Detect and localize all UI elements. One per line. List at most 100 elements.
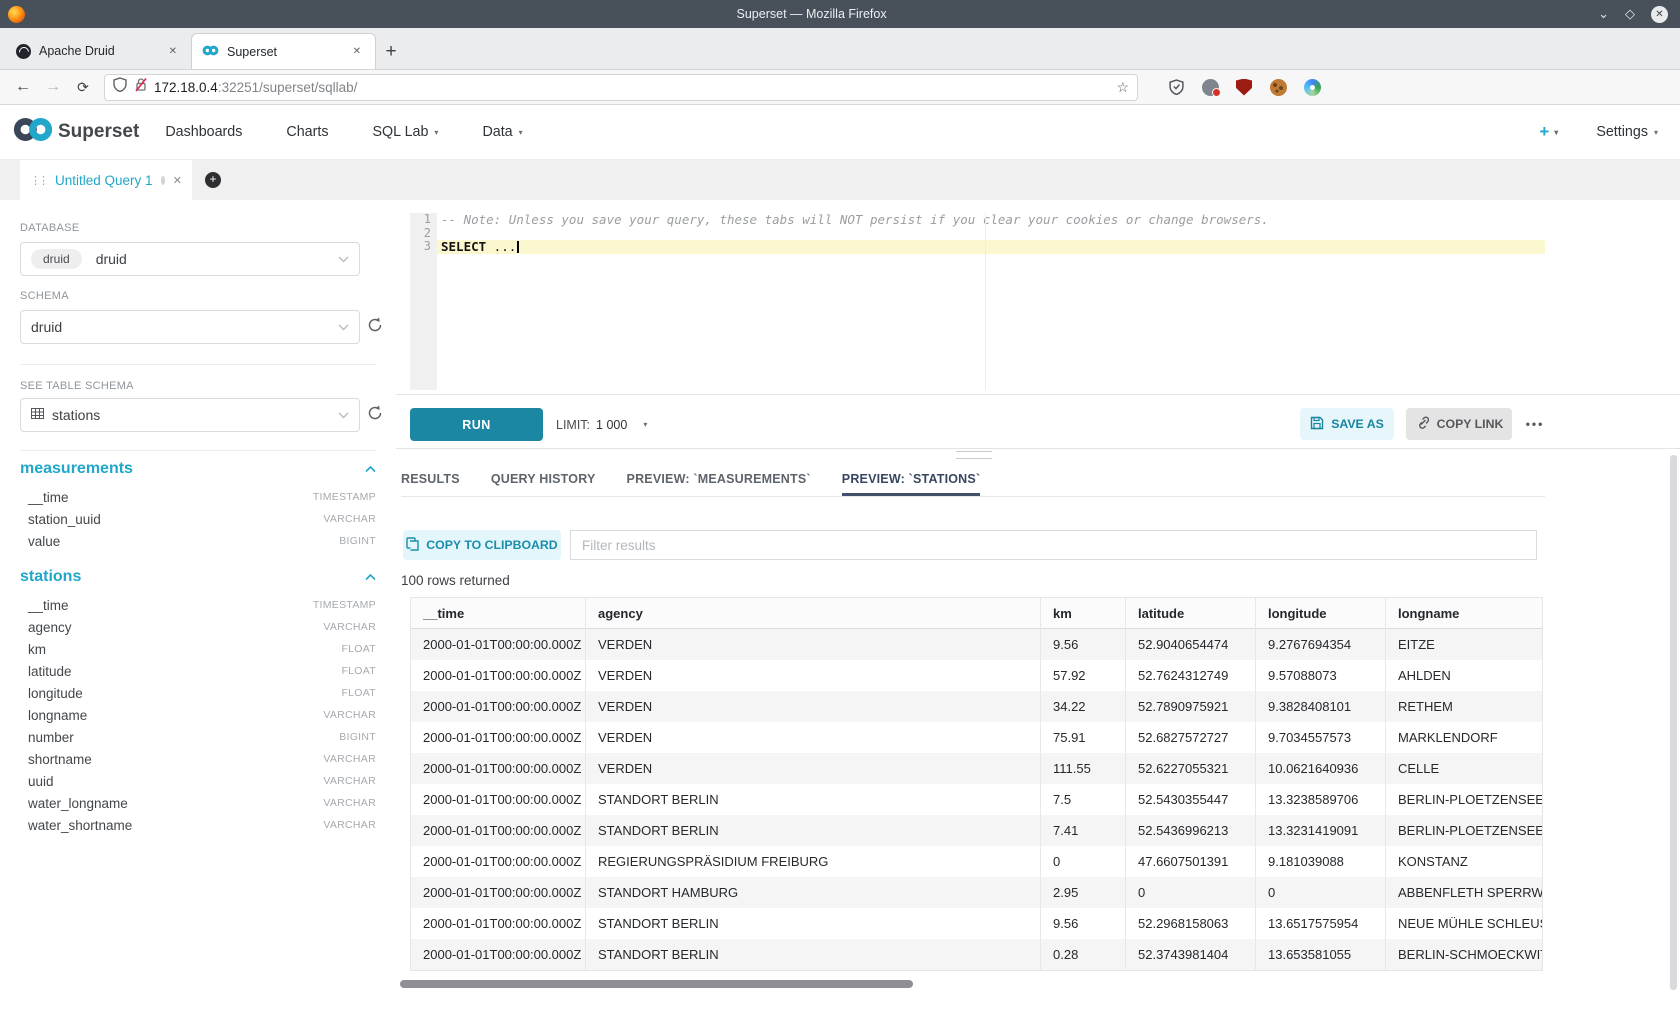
column-header-agency[interactable]: agency xyxy=(586,598,1041,629)
browser-tab-superset[interactable]: Superset ✕ xyxy=(191,33,376,69)
vertical-scrollbar-track[interactable] xyxy=(1670,455,1677,990)
refresh-table-icon[interactable] xyxy=(366,404,388,426)
column-header-longname[interactable]: longname xyxy=(1386,598,1542,629)
window-minimize-button[interactable]: ⌄ xyxy=(1598,6,1609,22)
nav-item-dashboards[interactable]: Dashboards xyxy=(165,124,242,140)
table-row[interactable]: 2000-01-01T00:00:00.000ZVERDEN57.9252.76… xyxy=(411,660,1542,691)
column-row-shortname: shortnameVARCHAR xyxy=(20,748,376,770)
table-cell: ABBENFLETH SPERRWERK xyxy=(1386,877,1542,908)
superset-logo-icon[interactable] xyxy=(12,115,54,149)
tab-close-icon[interactable]: ✕ xyxy=(165,44,181,59)
mask-extension-icon[interactable] xyxy=(1200,77,1220,97)
column-type: VARCHAR xyxy=(323,621,376,633)
refresh-schema-icon[interactable] xyxy=(366,316,388,338)
limit-dropdown[interactable]: LIMIT: 1 000 ▾ xyxy=(556,408,647,441)
sql-keyword: SELECT xyxy=(441,239,486,254)
column-header-time[interactable]: __time xyxy=(411,598,586,629)
table-row[interactable]: 2000-01-01T00:00:00.000ZREGIERUNGSPRÄSID… xyxy=(411,846,1542,877)
menu-hamburger-icon[interactable] xyxy=(1336,77,1352,97)
bookmark-star-icon[interactable]: ☆ xyxy=(1116,79,1129,96)
run-query-button[interactable]: RUN xyxy=(410,408,543,441)
table-section-header-measurements[interactable]: measurements xyxy=(20,458,376,480)
chevron-up-icon[interactable] xyxy=(365,460,376,478)
table-cell: VERDEN xyxy=(586,660,1041,691)
query-tab-close-icon[interactable]: ✕ xyxy=(173,174,182,187)
column-header-latitude[interactable]: latitude xyxy=(1126,598,1256,629)
divider xyxy=(396,448,1680,449)
add-query-tab-button[interactable]: + xyxy=(205,172,221,188)
shield-extension-icon[interactable] xyxy=(1166,77,1186,97)
table-cell: 0 xyxy=(1126,877,1256,908)
tracking-protection-shield-icon[interactable] xyxy=(113,77,127,97)
sql-text: ... xyxy=(486,239,516,254)
schema-select[interactable]: druid xyxy=(20,310,360,344)
column-type: VARCHAR xyxy=(323,513,376,525)
filter-results-input[interactable] xyxy=(570,530,1537,560)
copy-link-button[interactable]: COPY LINK xyxy=(1406,408,1512,440)
table-cell: 47.6607501391 xyxy=(1126,846,1256,877)
table-cell: 52.9040654474 xyxy=(1126,629,1256,660)
results-tab-query-history[interactable]: QUERY HISTORY xyxy=(491,472,596,496)
database-select[interactable]: druid druid xyxy=(20,242,360,276)
results-tab-preview-stations[interactable]: PREVIEW: `STATIONS` xyxy=(842,472,981,496)
query-tab-untitled-query-1[interactable]: ⋮⋮ Untitled Query 1 ✕ xyxy=(20,160,192,200)
ublock-extension-icon[interactable] xyxy=(1234,77,1254,97)
reload-button[interactable]: ⟳ xyxy=(68,79,98,96)
column-header-longitude[interactable]: longitude xyxy=(1256,598,1386,629)
nav-item-charts[interactable]: Charts xyxy=(286,124,328,140)
settings-menu[interactable]: Settings▾ xyxy=(1596,124,1658,140)
link-icon xyxy=(1415,416,1430,433)
results-tab-results[interactable]: RESULTS xyxy=(401,472,460,496)
tab-close-icon[interactable]: ✕ xyxy=(349,44,365,59)
column-header-km[interactable]: km xyxy=(1041,598,1126,629)
table-row[interactable]: 2000-01-01T00:00:00.000ZSTANDORT BERLIN0… xyxy=(411,939,1542,970)
chevron-up-icon[interactable] xyxy=(365,568,376,586)
table-row[interactable]: 2000-01-01T00:00:00.000ZVERDEN9.5652.904… xyxy=(411,629,1542,660)
save-as-button[interactable]: SAVE AS xyxy=(1300,408,1394,440)
drag-handle-icon[interactable]: ⋮⋮ xyxy=(30,174,46,187)
editor-print-margin xyxy=(985,213,986,390)
table-row[interactable]: 2000-01-01T00:00:00.000ZSTANDORT BERLIN7… xyxy=(411,815,1542,846)
table-row[interactable]: 2000-01-01T00:00:00.000ZVERDEN34.2252.78… xyxy=(411,691,1542,722)
column-row-value: valueBIGINT xyxy=(20,530,376,552)
table-row[interactable]: 2000-01-01T00:00:00.000ZSTANDORT HAMBURG… xyxy=(411,877,1542,908)
table-cell: 2000-01-01T00:00:00.000Z xyxy=(411,784,586,815)
column-row-latitude: latitudeFLOAT xyxy=(20,660,376,682)
brand-name[interactable]: Superset xyxy=(58,121,139,143)
table-section-header-stations[interactable]: stations xyxy=(20,566,376,588)
horizontal-scrollbar-thumb[interactable] xyxy=(400,980,913,988)
table-cell: 9.3828408101 xyxy=(1256,691,1386,722)
browser-tab-apache-druid[interactable]: Apache Druid ✕ xyxy=(6,33,191,69)
window-close-button[interactable]: ✕ xyxy=(1651,6,1668,23)
table-row[interactable]: 2000-01-01T00:00:00.000ZSTANDORT BERLIN7… xyxy=(411,784,1542,815)
column-name: uuid xyxy=(28,774,54,789)
query-tab-label[interactable]: Untitled Query 1 xyxy=(55,173,153,188)
copy-to-clipboard-button[interactable]: COPY TO CLIPBOARD xyxy=(403,530,561,560)
table-schema-select[interactable]: stations xyxy=(20,398,360,432)
table-row[interactable]: 2000-01-01T00:00:00.000ZVERDEN111.5552.6… xyxy=(411,753,1542,784)
table-cell: 7.5 xyxy=(1041,784,1126,815)
new-browser-tab-button[interactable]: + xyxy=(376,35,406,69)
column-name: shortname xyxy=(28,752,92,767)
column-type: TIMESTAMP xyxy=(313,599,376,611)
firefox-logo-icon xyxy=(8,6,25,23)
url-bar[interactable]: 172.18.0.4:32251/superset/sqllab/ ☆ xyxy=(104,74,1138,101)
results-tab-preview-measurements[interactable]: PREVIEW: `MEASUREMENTS` xyxy=(627,472,811,496)
table-cell: 57.92 xyxy=(1041,660,1126,691)
insecure-lock-icon[interactable] xyxy=(134,77,148,97)
table-cell: VERDEN xyxy=(586,691,1041,722)
cookie-extension-icon[interactable] xyxy=(1268,77,1288,97)
browser-tab-strip: Apache Druid ✕ Superset ✕ + xyxy=(0,28,1680,70)
more-actions-button[interactable]: ••• xyxy=(1520,408,1550,440)
table-row[interactable]: 2000-01-01T00:00:00.000ZVERDEN75.9152.68… xyxy=(411,722,1542,753)
table-schema-list: measurements__timeTIMESTAMPstation_uuidV… xyxy=(20,458,376,836)
nav-item-data[interactable]: Data▾ xyxy=(482,124,522,140)
table-row[interactable]: 2000-01-01T00:00:00.000ZSTANDORT BERLIN9… xyxy=(411,908,1542,939)
window-maximize-button[interactable]: ◇ xyxy=(1625,6,1635,22)
sql-editor[interactable]: -- Note: Unless you save your query, the… xyxy=(437,213,1545,390)
table-cell: 2000-01-01T00:00:00.000Z xyxy=(411,691,586,722)
nav-item-sql-lab[interactable]: SQL Lab▾ xyxy=(373,124,439,140)
consent-extension-icon[interactable] xyxy=(1302,77,1322,97)
back-button[interactable]: ← xyxy=(8,78,38,96)
new-item-button[interactable]: +▾ xyxy=(1539,122,1558,142)
